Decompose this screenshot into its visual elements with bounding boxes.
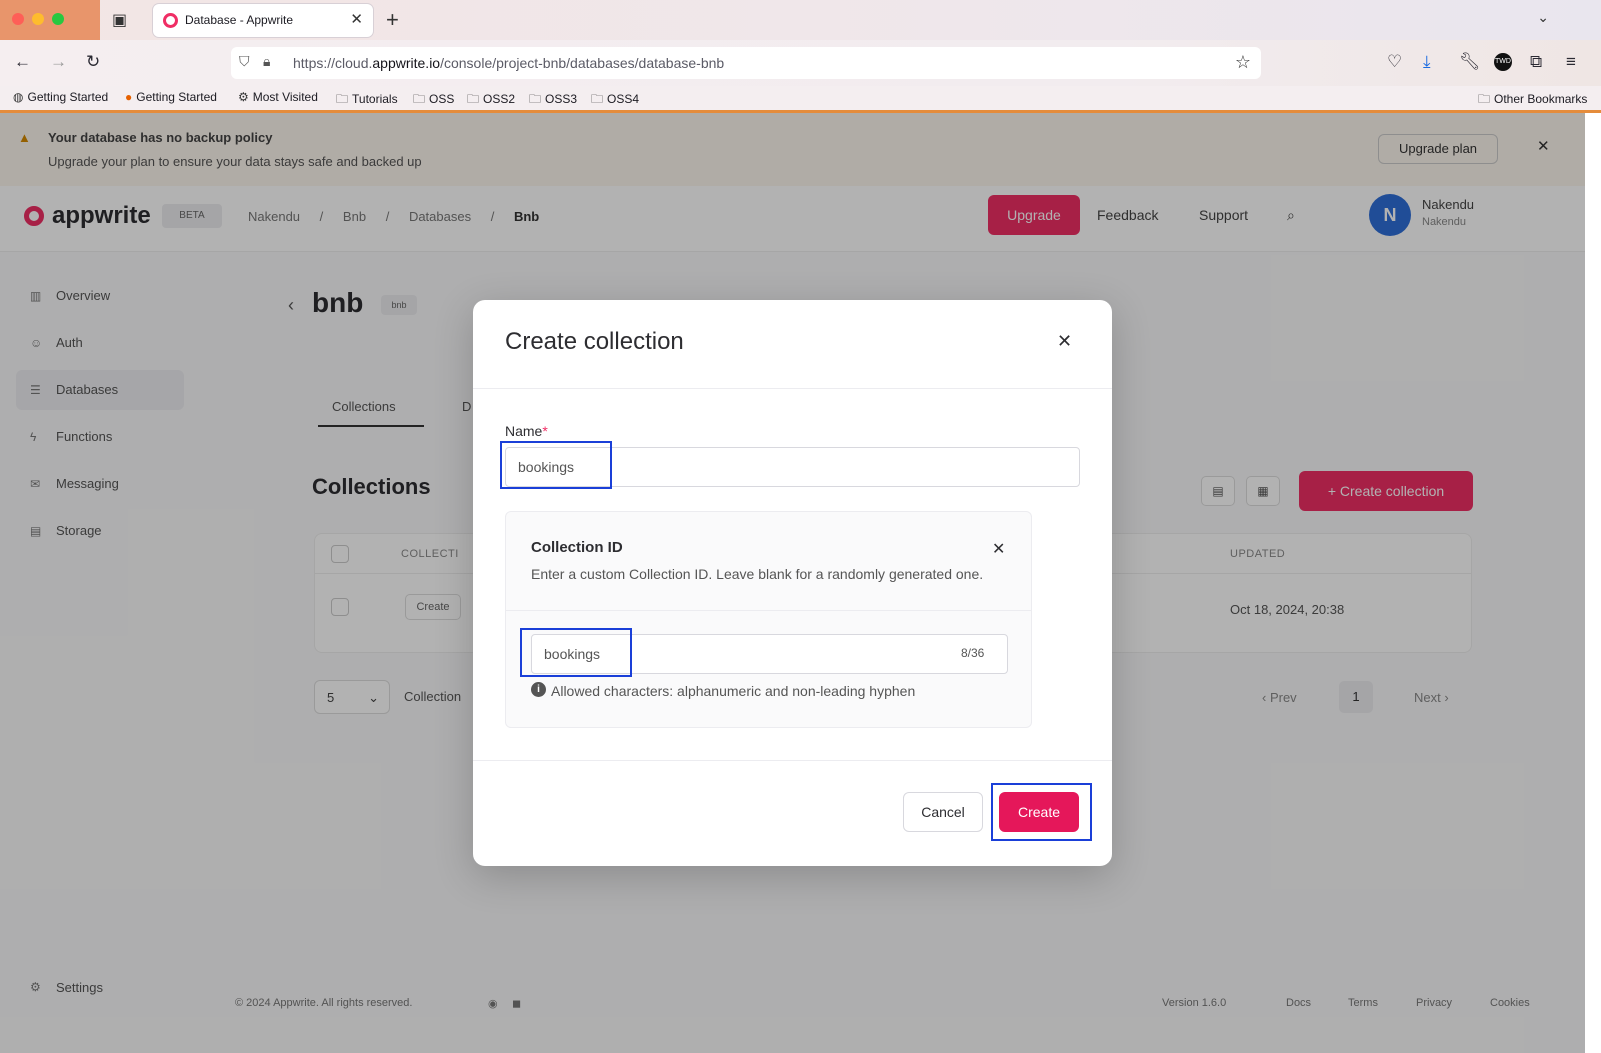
address-bar[interactable]: ⛉ 🔒︎ https://cloud.appwrite.io/console/p… xyxy=(231,47,1261,79)
pocket-icon[interactable]: ♡ xyxy=(1387,52,1402,72)
bookmark-star-icon[interactable]: ☆ xyxy=(1235,52,1251,73)
window-controls xyxy=(0,0,100,40)
menu-hamburger-icon[interactable]: ≡ xyxy=(1566,52,1576,72)
url-text[interactable]: https://cloud.appwrite.io/console/projec… xyxy=(293,55,724,71)
folder-icon: 🗀 xyxy=(529,92,542,106)
bookmark-getting-started-1[interactable]: ◍ Getting Started xyxy=(13,90,108,104)
collection-id-input-highlight xyxy=(520,628,632,677)
allowed-characters-hint: Allowed characters: alphanumeric and non… xyxy=(551,683,916,699)
bookmark-oss3[interactable]: 🗀 OSS3 xyxy=(529,90,577,111)
bookmark-oss2[interactable]: 🗀 OSS2 xyxy=(467,90,515,111)
modal-title: Create collection xyxy=(505,328,684,355)
cancel-button[interactable]: Cancel xyxy=(903,792,983,832)
character-counter: 8/36 xyxy=(961,646,985,660)
collection-id-title: Collection ID xyxy=(531,539,623,556)
bookmark-oss[interactable]: 🗀 OSS xyxy=(413,90,454,111)
close-window-button[interactable] xyxy=(12,13,24,25)
create-collection-modal: Create collection ✕ Name* Collection ID … xyxy=(473,300,1112,866)
firefox-icon: ● xyxy=(125,90,133,104)
collection-id-description: Enter a custom Collection ID. Leave blan… xyxy=(531,566,984,582)
gear-icon: ⚙ xyxy=(238,90,249,104)
bookmark-oss4[interactable]: 🗀 OSS4 xyxy=(591,90,639,111)
tab-title: Database - Appwrite xyxy=(185,13,294,27)
forward-arrow-icon[interactable]: → xyxy=(50,52,67,72)
info-icon: i xyxy=(531,682,546,697)
required-marker: * xyxy=(542,423,548,439)
close-collection-id-icon[interactable]: ✕ xyxy=(992,539,1005,559)
browser-tab-bar: ▣ Database - Appwrite ✕ + ⌄ xyxy=(0,0,1601,40)
tab-list-chevron-icon[interactable]: ⌄ xyxy=(1537,9,1549,26)
close-tab-icon[interactable]: ✕ xyxy=(350,10,363,28)
divider xyxy=(473,388,1112,389)
browser-tab-active[interactable]: Database - Appwrite ✕ xyxy=(153,4,373,37)
name-label: Name* xyxy=(505,423,548,439)
other-bookmarks[interactable]: 🗀 Other Bookmarks xyxy=(1478,90,1587,111)
create-button-highlight xyxy=(991,783,1092,841)
minimize-window-button[interactable] xyxy=(32,13,44,25)
folder-icon: 🗀 xyxy=(336,92,349,106)
bookmark-getting-started-2[interactable]: ● Getting Started xyxy=(125,90,217,104)
tab-overview-icon[interactable]: ▣ xyxy=(112,10,134,30)
name-input-highlight xyxy=(500,441,612,489)
back-arrow-icon[interactable]: ← xyxy=(14,52,31,72)
lock-icon[interactable]: 🔒︎ xyxy=(263,53,270,70)
shield-icon[interactable]: ⛉ xyxy=(239,53,250,70)
globe-icon: ◍ xyxy=(13,90,24,104)
folder-icon: 🗀 xyxy=(467,92,480,106)
new-tab-icon[interactable]: + xyxy=(386,7,399,33)
folder-icon: 🗀 xyxy=(413,92,426,106)
reload-icon[interactable]: ↻ xyxy=(86,52,100,72)
divider xyxy=(473,760,1112,761)
bookmarks-bar: ◍ Getting Started ● Getting Started ⚙ Most … xyxy=(0,86,1601,110)
download-icon[interactable]: ⤓ xyxy=(1423,52,1431,72)
browser-nav-bar: ← → ↻ ⛉ 🔒︎ https://cloud.appwrite.io/con… xyxy=(0,40,1601,86)
bookmark-tutorials[interactable]: 🗀 Tutorials xyxy=(336,90,398,111)
folder-icon: 🗀 xyxy=(591,92,604,106)
page-scrollbar[interactable] xyxy=(1585,113,1601,1053)
bookmark-most-visited[interactable]: ⚙ Most Visited xyxy=(238,90,318,104)
maximize-window-button[interactable] xyxy=(52,13,64,25)
collection-id-panel: Collection ID ✕ Enter a custom Collectio… xyxy=(505,511,1032,728)
folder-icon: 🗀 xyxy=(1478,92,1491,106)
extensions-puzzle-icon[interactable]: ⧉ xyxy=(1530,52,1542,72)
close-modal-icon[interactable]: ✕ xyxy=(1057,331,1072,352)
wrench-icon[interactable]: 🔧︎ xyxy=(1459,52,1481,72)
divider xyxy=(506,610,1031,611)
extension-avatar-icon[interactable]: TWD xyxy=(1494,53,1512,71)
appwrite-favicon-icon xyxy=(163,13,178,28)
